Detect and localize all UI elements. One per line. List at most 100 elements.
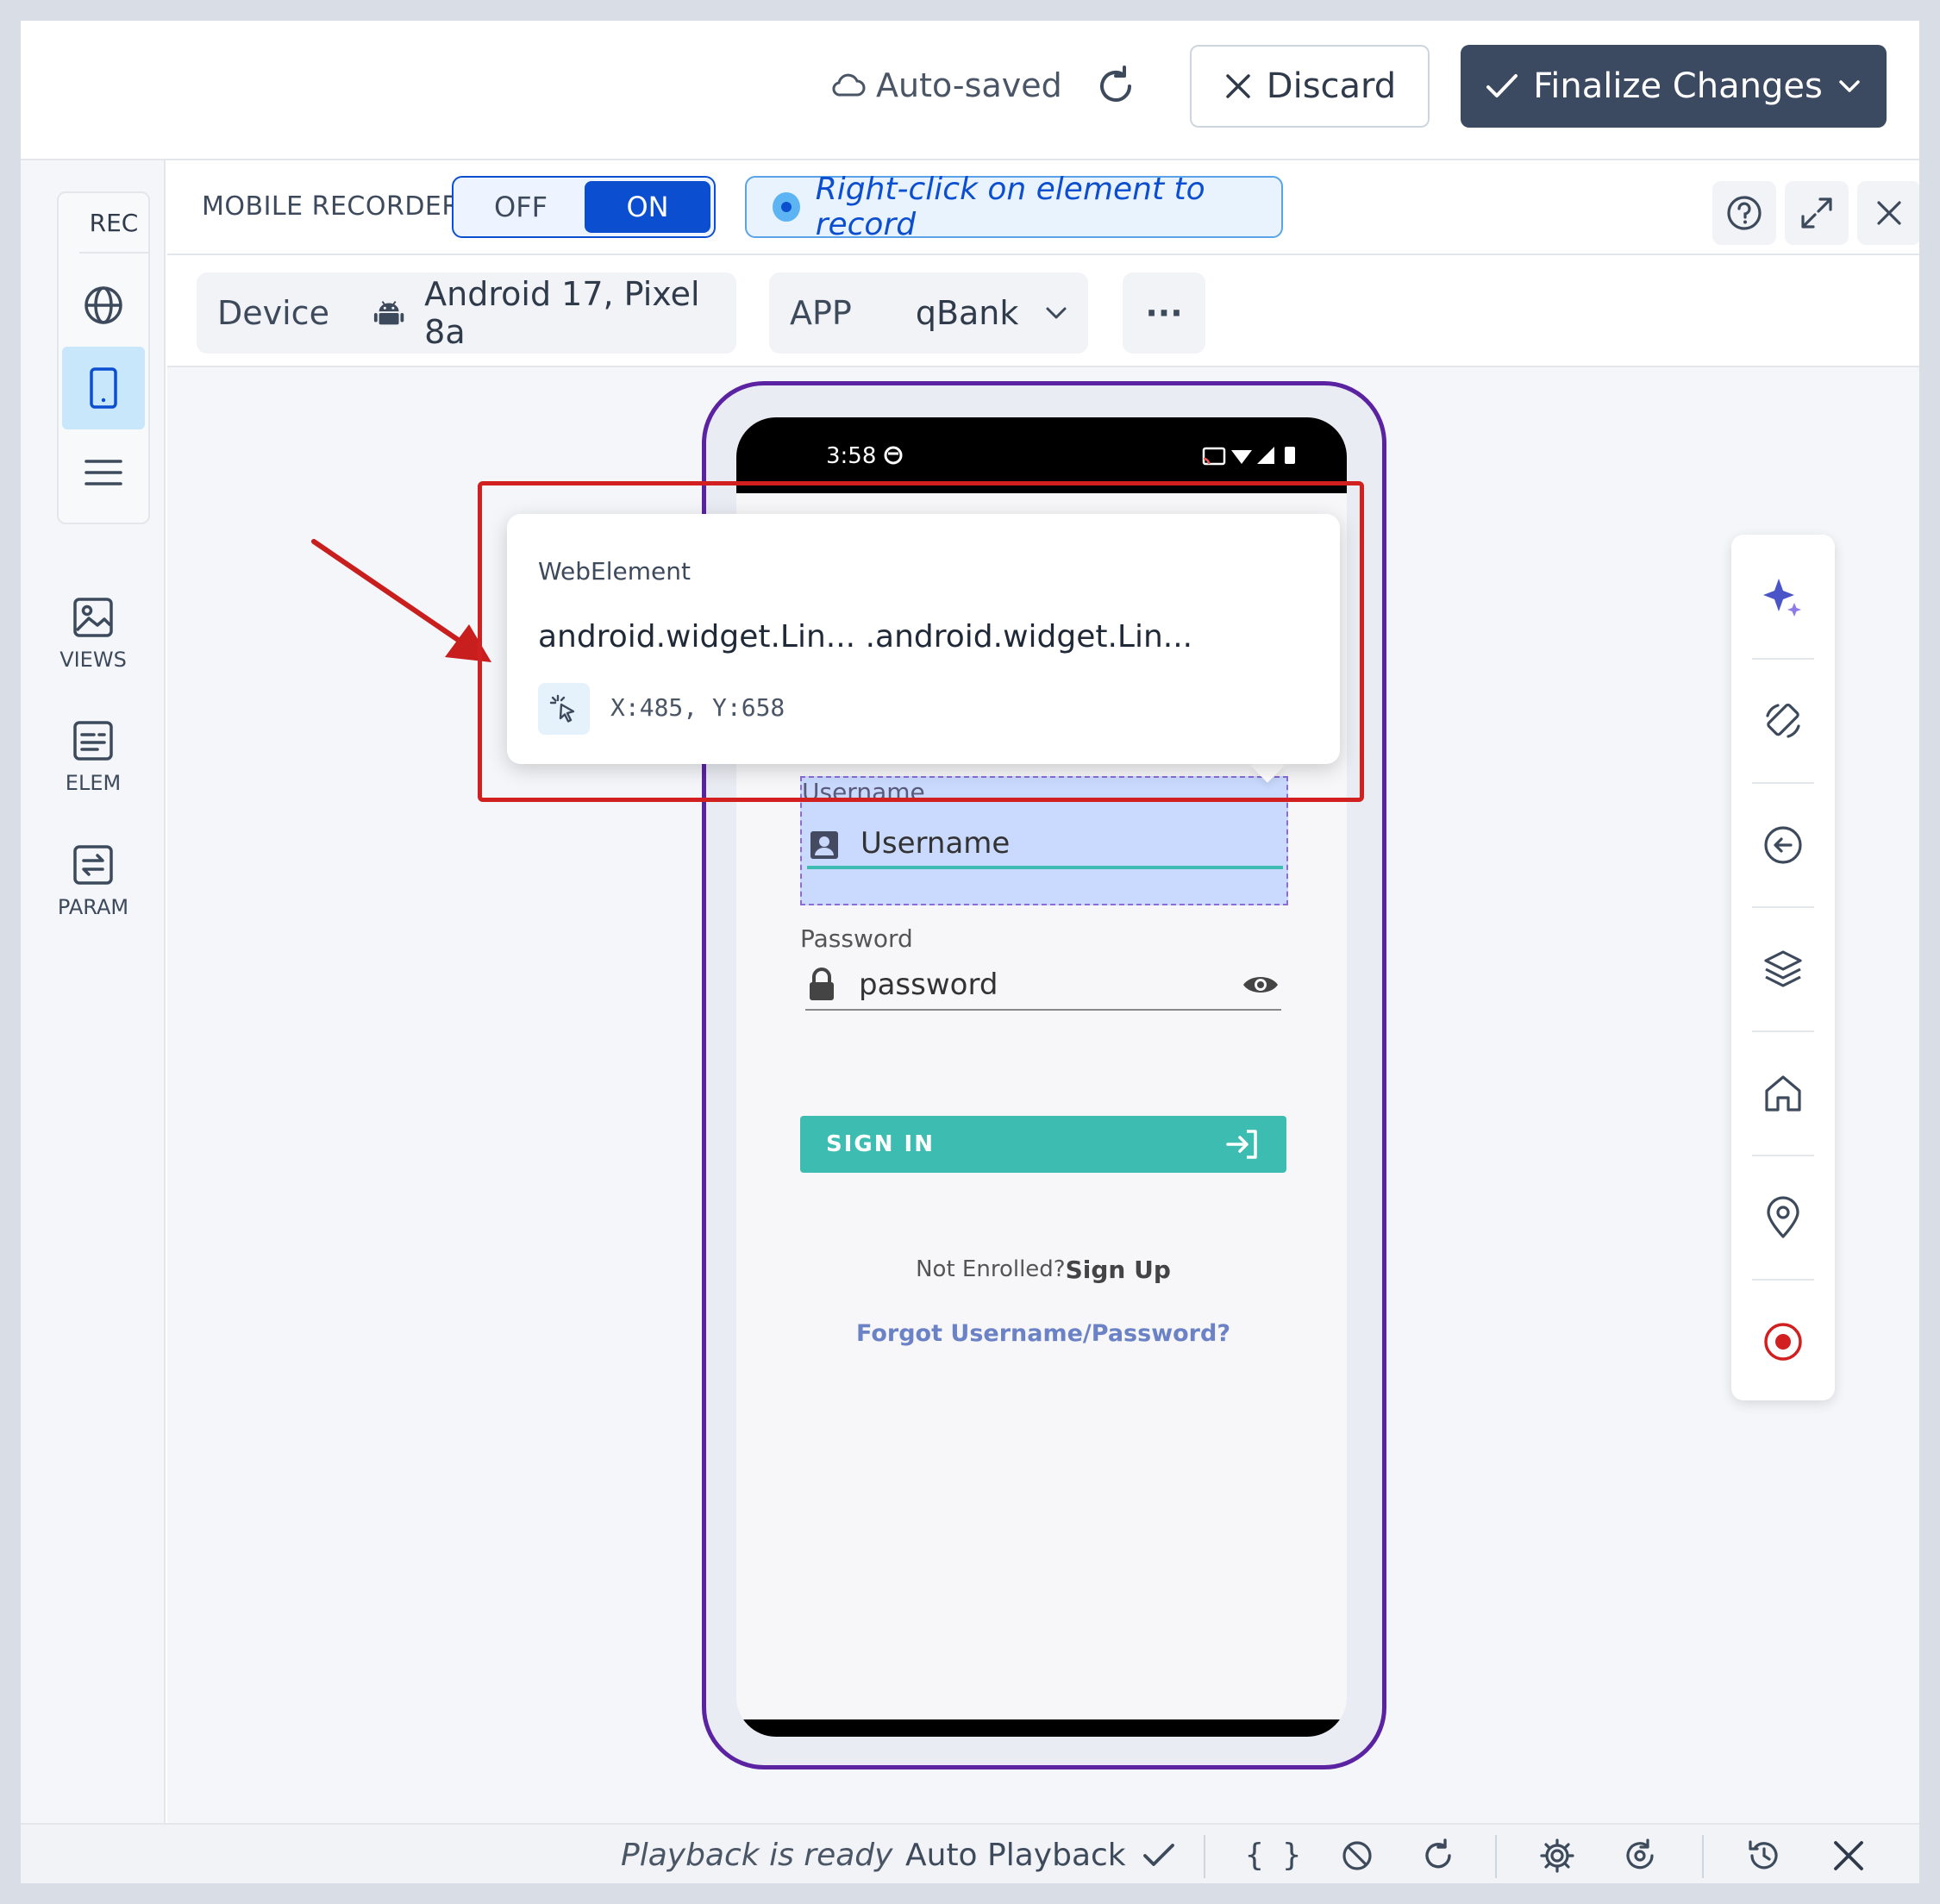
- password-input[interactable]: password: [859, 968, 998, 1002]
- back-button[interactable]: [1731, 783, 1835, 907]
- annotation-arrow-icon: [311, 539, 491, 662]
- app-window: Auto-saved Discard Finalize Changes REC: [21, 21, 1919, 1883]
- record-stop-button[interactable]: [1731, 1280, 1835, 1404]
- recorder-toolbar: MOBILE RECORDER OFF ON Right-click on el…: [167, 160, 1919, 255]
- location-button[interactable]: [1731, 1156, 1835, 1280]
- sign-up-link[interactable]: Sign Up: [1066, 1256, 1171, 1284]
- more-icon: ···: [1145, 294, 1183, 332]
- record-icon: [1764, 1323, 1802, 1361]
- annotation-highlight-box: [478, 481, 1364, 802]
- toggle-on-option[interactable]: ON: [585, 181, 710, 233]
- status-time: 3:58: [826, 443, 877, 469]
- param-tool[interactable]: PARAM: [21, 843, 166, 955]
- more-options-button[interactable]: ···: [1123, 272, 1205, 354]
- refresh-icon: [1425, 1838, 1451, 1869]
- discard-label: Discard: [1266, 66, 1397, 106]
- code-view-button[interactable]: { }: [1245, 1825, 1301, 1883]
- replay-button[interactable]: [1412, 1830, 1464, 1882]
- record-hint: Right-click on element to record: [745, 172, 1283, 242]
- left-rail: REC VIEWS ELEM PARAM: [21, 160, 166, 1823]
- status-app-icon: [884, 446, 903, 465]
- ai-assist-button[interactable]: [1731, 535, 1835, 659]
- rotate-button[interactable]: [1731, 659, 1835, 783]
- not-enrolled-text: Not Enrolled?: [916, 1256, 1066, 1282]
- check-icon: [1486, 74, 1518, 97]
- check-icon: [1142, 1844, 1174, 1866]
- playback-bar: Playback is ready Auto Playback { }: [21, 1823, 1919, 1883]
- chevron-down-icon: [1839, 80, 1860, 92]
- close-icon: [1226, 74, 1250, 98]
- username-input[interactable]: Username: [860, 826, 1010, 861]
- sign-in-button[interactable]: SIGN IN: [800, 1116, 1286, 1173]
- recorder-toggle[interactable]: OFF ON: [452, 176, 716, 238]
- home-button[interactable]: [1731, 1031, 1835, 1156]
- android-icon: [373, 301, 404, 325]
- rotate-device-icon: [1766, 703, 1800, 738]
- help-icon: [1727, 196, 1762, 230]
- autosave-label: Auto-saved: [876, 66, 1062, 104]
- rec-label: REC: [79, 193, 148, 254]
- element-list-icon: [73, 721, 113, 761]
- layers-button[interactable]: [1731, 907, 1835, 1031]
- toggle-off-option[interactable]: OFF: [457, 181, 585, 233]
- chevron-down-icon: [1046, 307, 1067, 319]
- mobile-mode-button[interactable]: [62, 347, 145, 429]
- auto-playback-toggle[interactable]: Auto Playback: [905, 1825, 1176, 1883]
- settings-button[interactable]: [1531, 1830, 1583, 1882]
- camera-sync-icon: [1626, 1838, 1654, 1870]
- close-icon: [1834, 1841, 1863, 1870]
- image-icon: [73, 598, 113, 637]
- home-icon: [1765, 1075, 1801, 1112]
- history-button[interactable]: [1738, 1830, 1790, 1882]
- web-mode-button[interactable]: [62, 264, 145, 347]
- separator: [1204, 1835, 1205, 1878]
- refresh-icon: [1100, 66, 1131, 102]
- close-playback-button[interactable]: [1823, 1830, 1874, 1882]
- login-icon: [1226, 1130, 1257, 1159]
- swap-icon: [73, 845, 113, 885]
- elem-label: ELEM: [65, 771, 122, 795]
- expand-button[interactable]: [1785, 181, 1849, 245]
- close-recorder-button[interactable]: [1857, 181, 1919, 245]
- disable-button[interactable]: [1331, 1830, 1383, 1882]
- separator: [1702, 1835, 1704, 1878]
- capture-button[interactable]: [1614, 1830, 1666, 1882]
- device-selector[interactable]: Device Android 17, Pixel 8a: [197, 272, 736, 354]
- discard-button[interactable]: Discard: [1190, 45, 1430, 128]
- record-hint-text: Right-click on element to record: [815, 172, 1205, 242]
- device-label: Device: [217, 294, 329, 332]
- views-tool[interactable]: VIEWS: [21, 596, 166, 708]
- separator: [1495, 1835, 1497, 1878]
- views-label: VIEWS: [59, 648, 127, 672]
- app-selector[interactable]: APP qBank: [769, 272, 1088, 354]
- location-pin-icon: [1767, 1196, 1799, 1238]
- autosave-status: Auto-saved: [831, 64, 1062, 107]
- password-underline: [805, 1009, 1281, 1011]
- password-label: Password: [800, 924, 913, 953]
- eye-icon[interactable]: [1242, 973, 1280, 997]
- layers-icon: [1764, 950, 1802, 987]
- top-header: Auto-saved Discard Finalize Changes: [21, 21, 1919, 160]
- menu-icon: [84, 460, 122, 485]
- gear-icon: [1540, 1838, 1574, 1873]
- username-underline: [807, 866, 1283, 869]
- finalize-label: Finalize Changes: [1533, 66, 1823, 106]
- refresh-button[interactable]: [1090, 60, 1142, 112]
- help-button[interactable]: [1712, 181, 1776, 245]
- menu-button[interactable]: [62, 431, 145, 514]
- forgot-link[interactable]: Forgot Username/Password?: [800, 1314, 1286, 1352]
- device-bar: Device Android 17, Pixel 8a APP qBank ··…: [167, 255, 1919, 367]
- contact-icon: [810, 831, 838, 859]
- device-actions-bar: [1731, 535, 1835, 1400]
- rail-mode-group: REC: [57, 191, 150, 524]
- device-value: Android 17, Pixel 8a: [424, 275, 700, 351]
- elem-tool[interactable]: ELEM: [21, 719, 166, 831]
- expand-icon: [1801, 197, 1832, 229]
- lock-icon: [810, 968, 834, 1000]
- finalize-changes-button[interactable]: Finalize Changes: [1461, 45, 1887, 128]
- back-arrow-icon: [1764, 826, 1802, 864]
- enroll-row: Not Enrolled? Sign Up: [800, 1250, 1286, 1288]
- playback-status: Playback is ready: [621, 1837, 893, 1873]
- phone-icon: [90, 367, 117, 409]
- radio-dot-icon: [773, 192, 800, 222]
